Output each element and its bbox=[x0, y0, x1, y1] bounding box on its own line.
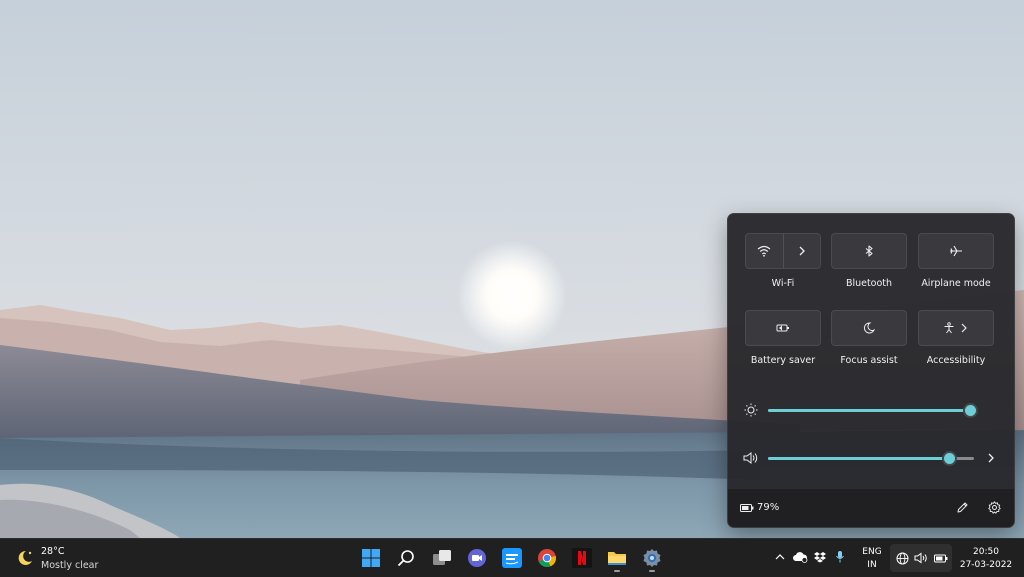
battery-saver-tile[interactable] bbox=[745, 310, 821, 346]
quick-settings-tray-button[interactable] bbox=[890, 544, 952, 572]
focus-assist-tile[interactable] bbox=[831, 310, 907, 346]
quick-settings-panel: Wi-Fi Bluetooth Airplane mode Battery sa… bbox=[727, 213, 1015, 528]
moon-weather-icon bbox=[18, 550, 32, 565]
volume-slider-fill bbox=[768, 457, 949, 460]
volume-slider-thumb[interactable] bbox=[944, 453, 955, 464]
chevron-up-icon[interactable] bbox=[775, 553, 785, 561]
weather-widget[interactable]: 28°C Mostly clear bbox=[10, 539, 110, 577]
language-code: ENG bbox=[862, 547, 882, 557]
onedrive-cloud-icon[interactable] bbox=[792, 551, 808, 563]
brightness-slider-thumb[interactable] bbox=[965, 405, 976, 416]
edit-pencil-icon[interactable] bbox=[956, 501, 969, 514]
volume-output-chevron-icon[interactable] bbox=[986, 452, 996, 464]
dropbox-icon[interactable] bbox=[813, 551, 827, 563]
netflix-button[interactable] bbox=[571, 547, 593, 569]
bluetooth-icon bbox=[865, 245, 873, 257]
netflix-icon bbox=[572, 548, 592, 568]
accessibility-icon bbox=[944, 322, 967, 334]
accessibility-tile[interactable] bbox=[918, 310, 994, 346]
quick-settings-footer: 79% bbox=[728, 488, 1014, 527]
volume-icon bbox=[743, 452, 758, 464]
search-icon bbox=[397, 550, 414, 567]
clock[interactable]: 20:50 27-03-2022 bbox=[954, 546, 1018, 572]
moon-icon bbox=[863, 322, 875, 334]
settings-app-icon bbox=[643, 549, 661, 567]
wifi-label: Wi-Fi bbox=[771, 278, 795, 289]
meet-app-button[interactable] bbox=[466, 547, 488, 569]
task-view-icon bbox=[433, 550, 451, 565]
prime-video-button[interactable] bbox=[501, 547, 523, 569]
accessibility-label: Accessibility bbox=[926, 355, 986, 366]
bluetooth-label: Bluetooth bbox=[845, 278, 893, 289]
video-camera-icon bbox=[468, 549, 486, 567]
start-button[interactable] bbox=[360, 547, 382, 569]
battery-saver-icon bbox=[776, 324, 789, 332]
volume-slider-row bbox=[742, 448, 1004, 468]
search-button[interactable] bbox=[395, 547, 417, 569]
task-view-button[interactable] bbox=[431, 547, 453, 569]
chrome-icon bbox=[538, 549, 557, 568]
clock-date: 27-03-2022 bbox=[959, 560, 1013, 570]
battery-icon[interactable] bbox=[740, 503, 754, 513]
settings-app-button[interactable] bbox=[641, 547, 663, 569]
brightness-slider-fill bbox=[768, 409, 970, 412]
speaker-icon bbox=[914, 552, 927, 564]
brightness-icon bbox=[744, 403, 758, 417]
wifi-tile[interactable] bbox=[745, 233, 821, 269]
globe-network-icon bbox=[896, 552, 909, 565]
wifi-expand-button[interactable] bbox=[782, 234, 821, 268]
chevron-right-icon bbox=[799, 246, 805, 256]
chrome-button[interactable] bbox=[536, 547, 558, 569]
windows-logo-icon bbox=[362, 549, 380, 567]
wifi-toggle[interactable] bbox=[746, 234, 783, 268]
file-explorer-running-indicator bbox=[614, 570, 620, 572]
microphone-icon[interactable] bbox=[835, 550, 845, 564]
airplane-mode-label: Airplane mode bbox=[921, 278, 991, 289]
region-code: IN bbox=[867, 560, 877, 570]
battery-percentage: 79% bbox=[757, 502, 780, 513]
folder-icon bbox=[608, 552, 626, 565]
focus-assist-label: Focus assist bbox=[840, 355, 898, 366]
taskbar: 28°C Mostly clear ENG IN 20:50 27-03-202… bbox=[0, 538, 1024, 577]
weather-condition: Mostly clear bbox=[41, 560, 99, 571]
wifi-icon bbox=[757, 245, 771, 257]
input-language-indicator[interactable]: ENG IN bbox=[860, 546, 884, 572]
settings-gear-icon[interactable] bbox=[988, 501, 1001, 514]
battery-tray-icon bbox=[934, 554, 948, 563]
bluetooth-tile[interactable] bbox=[831, 233, 907, 269]
airplane-icon bbox=[950, 245, 962, 257]
brightness-slider-row bbox=[742, 400, 1004, 420]
prime-video-icon bbox=[502, 548, 522, 568]
volume-slider[interactable] bbox=[768, 453, 974, 464]
battery-saver-label: Battery saver bbox=[750, 355, 816, 366]
file-explorer-button[interactable] bbox=[606, 547, 628, 569]
airplane-mode-tile[interactable] bbox=[918, 233, 994, 269]
clock-time: 20:50 bbox=[973, 547, 999, 557]
brightness-slider[interactable] bbox=[768, 405, 976, 416]
weather-temperature: 28°C bbox=[41, 546, 65, 557]
settings-running-indicator bbox=[649, 570, 655, 572]
